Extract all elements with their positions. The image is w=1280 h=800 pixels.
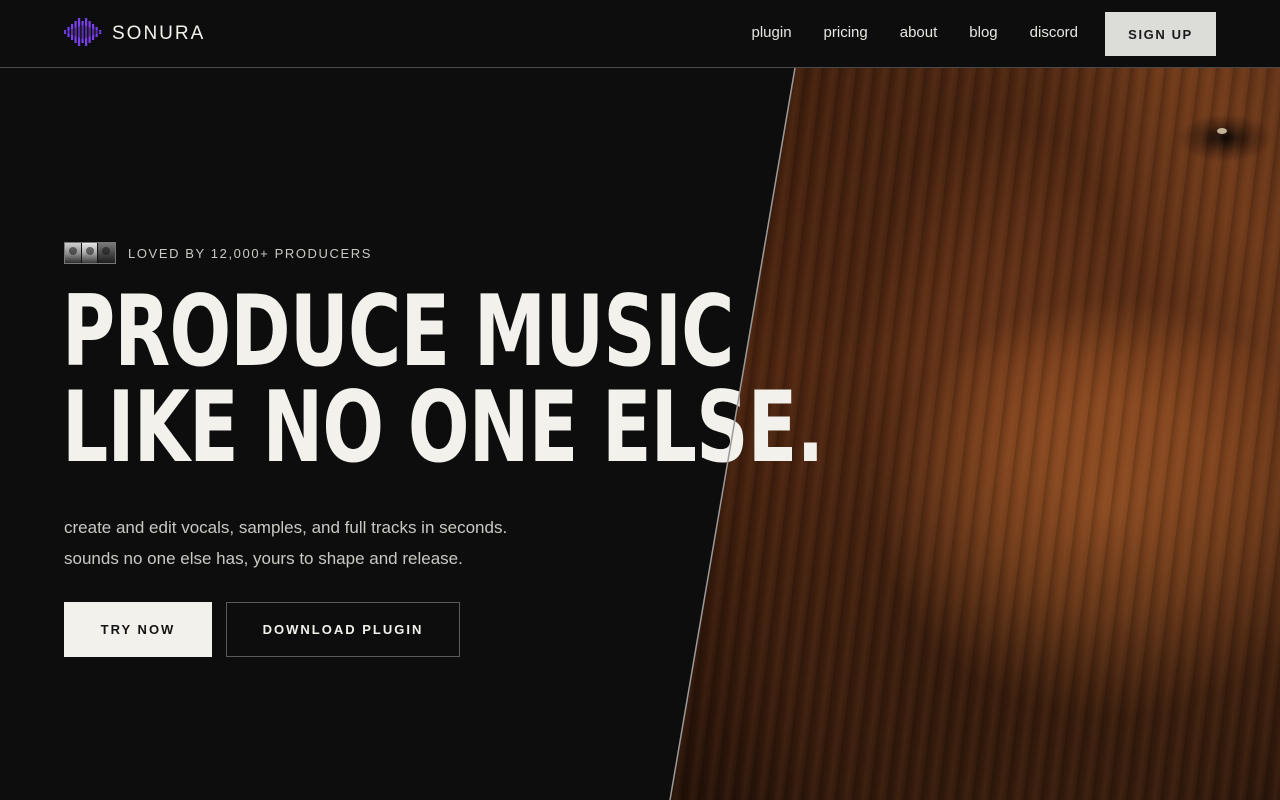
nav-link-blog[interactable]: blog bbox=[969, 24, 997, 41]
headline-line-2: LIKE NO ONE ELSE. bbox=[62, 371, 824, 485]
headline-line-1: PRODUCE MUSIC bbox=[62, 275, 734, 389]
waveform-icon bbox=[64, 17, 102, 51]
avatar bbox=[98, 243, 115, 263]
download-plugin-button[interactable]: DOWNLOAD PLUGIN bbox=[226, 602, 460, 657]
avatar bbox=[65, 243, 82, 263]
nav-link-discord[interactable]: discord bbox=[1030, 24, 1078, 41]
hero-headline: PRODUCE MUSIC LIKE NO ONE ELSE. bbox=[62, 275, 824, 485]
signup-button[interactable]: SIGN UP bbox=[1105, 12, 1216, 56]
brand-logo[interactable]: SONURA bbox=[64, 17, 206, 51]
nav-link-plugin[interactable]: plugin bbox=[752, 24, 792, 41]
try-now-button[interactable]: TRY NOW bbox=[64, 602, 212, 657]
subtext-line-1: create and edit vocals, samples, and ful… bbox=[64, 518, 508, 537]
main-nav: plugin pricing about blog discord bbox=[752, 24, 1079, 41]
social-proof: LOVED BY 12,000+ PRODUCERS bbox=[64, 242, 372, 264]
producer-avatars bbox=[64, 242, 116, 264]
avatar bbox=[81, 243, 99, 263]
brand-name: SONURA bbox=[112, 23, 206, 44]
site-header: SONURA plugin pricing about blog discord… bbox=[0, 0, 1280, 68]
subtext-line-2: sounds no one else has, yours to shape a… bbox=[64, 549, 463, 568]
hero-subtext: create and edit vocals, samples, and ful… bbox=[64, 512, 507, 574]
social-proof-text: LOVED BY 12,000+ PRODUCERS bbox=[128, 245, 373, 261]
nav-link-about[interactable]: about bbox=[900, 24, 938, 41]
nav-link-pricing[interactable]: pricing bbox=[824, 24, 868, 41]
hero-image-highlight bbox=[1217, 128, 1227, 134]
